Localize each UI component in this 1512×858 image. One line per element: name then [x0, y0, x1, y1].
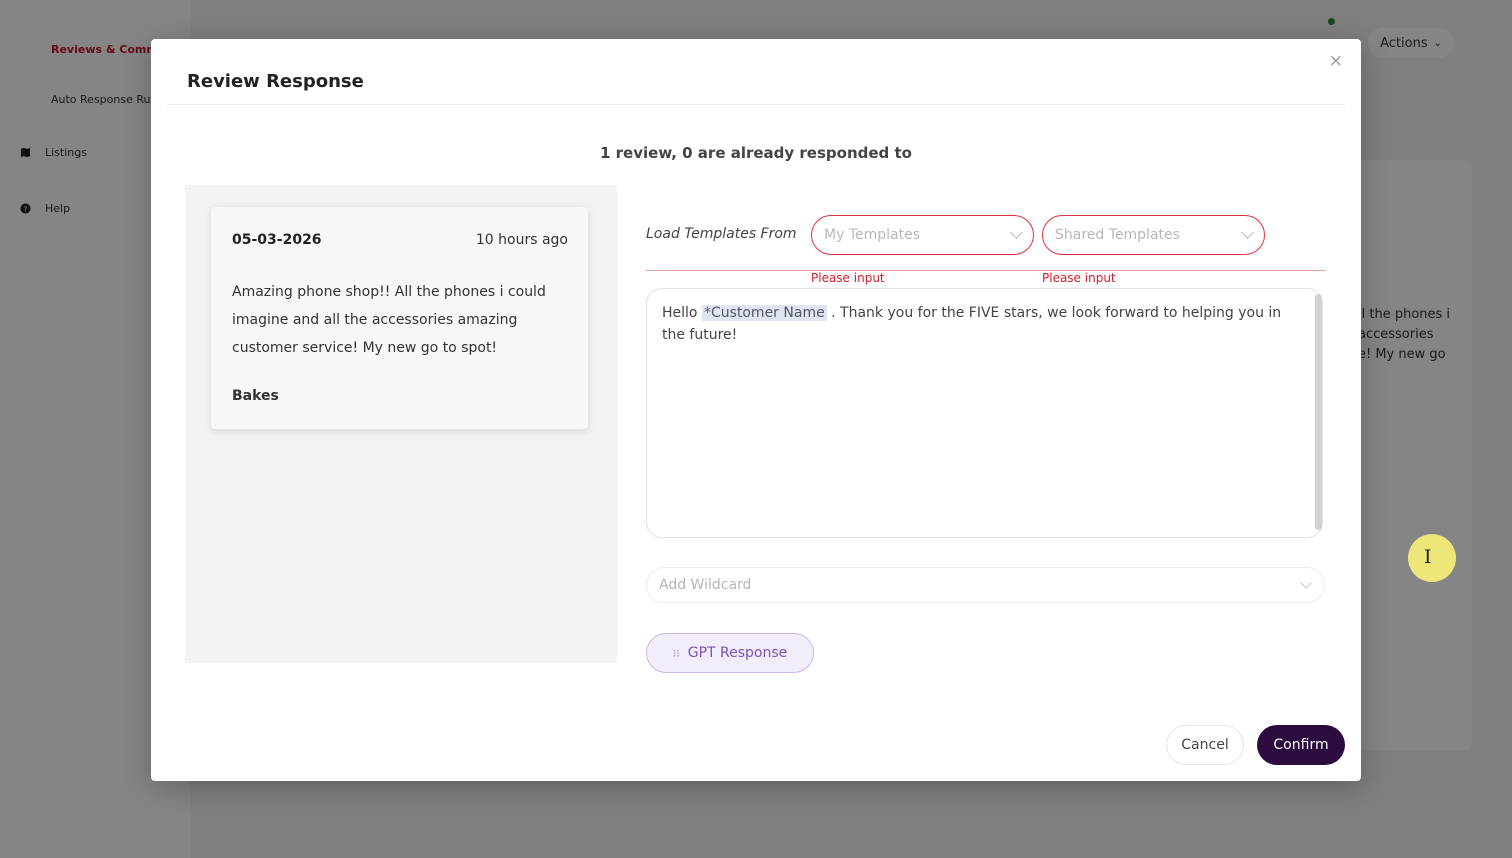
cancel-button[interactable]: Cancel [1166, 725, 1244, 765]
text-cursor-icon: I [1424, 546, 1432, 568]
close-icon[interactable]: × [1329, 51, 1343, 71]
chevron-down-icon [1010, 226, 1023, 239]
my-templates-placeholder: My Templates [824, 227, 920, 243]
review-panel: 05-03-2026 10 hours ago Amazing phone sh… [185, 185, 617, 663]
divider [167, 104, 1345, 105]
review-card: 05-03-2026 10 hours ago Amazing phone sh… [211, 207, 588, 429]
editor-scrollbar[interactable] [1315, 294, 1322, 530]
gpt-response-button[interactable]: ⁝⁝ GPT Response [646, 633, 814, 673]
editor-text-prefix: Hello [662, 305, 702, 321]
shared-templates-error: Please input [1042, 271, 1116, 285]
sparkle-icon: ⁝⁝ [672, 646, 680, 660]
review-time-ago: 10 hours ago [475, 232, 568, 248]
gpt-response-label: GPT Response [687, 645, 788, 661]
cursor-highlight [1408, 534, 1456, 582]
add-wildcard-select[interactable]: Add Wildcard [646, 567, 1325, 603]
chevron-down-icon [1241, 226, 1254, 239]
review-response-modal: Review Response × 1 review, 0 are alread… [151, 39, 1456, 781]
response-editor[interactable]: Hello *Customer Name . Thank you for the… [646, 288, 1323, 538]
chevron-down-icon [1300, 577, 1312, 589]
my-templates-error: Please input [811, 271, 885, 285]
load-templates-label: Load Templates From [646, 226, 797, 242]
review-date: 05-03-2026 [232, 232, 322, 248]
review-author: Bakes [232, 388, 279, 404]
modal-title: Review Response [187, 71, 364, 92]
templates-divider [646, 270, 1325, 271]
my-templates-select[interactable]: My Templates [811, 215, 1034, 255]
shared-templates-placeholder: Shared Templates [1055, 227, 1180, 243]
customer-name-wildcard[interactable]: *Customer Name [701, 305, 827, 321]
add-wildcard-placeholder: Add Wildcard [659, 577, 752, 593]
review-text: Amazing phone shop!! All the phones i co… [232, 284, 546, 356]
shared-templates-select[interactable]: Shared Templates [1042, 215, 1265, 255]
review-summary: 1 review, 0 are already responded to [600, 144, 912, 162]
confirm-button[interactable]: Confirm [1257, 725, 1345, 765]
